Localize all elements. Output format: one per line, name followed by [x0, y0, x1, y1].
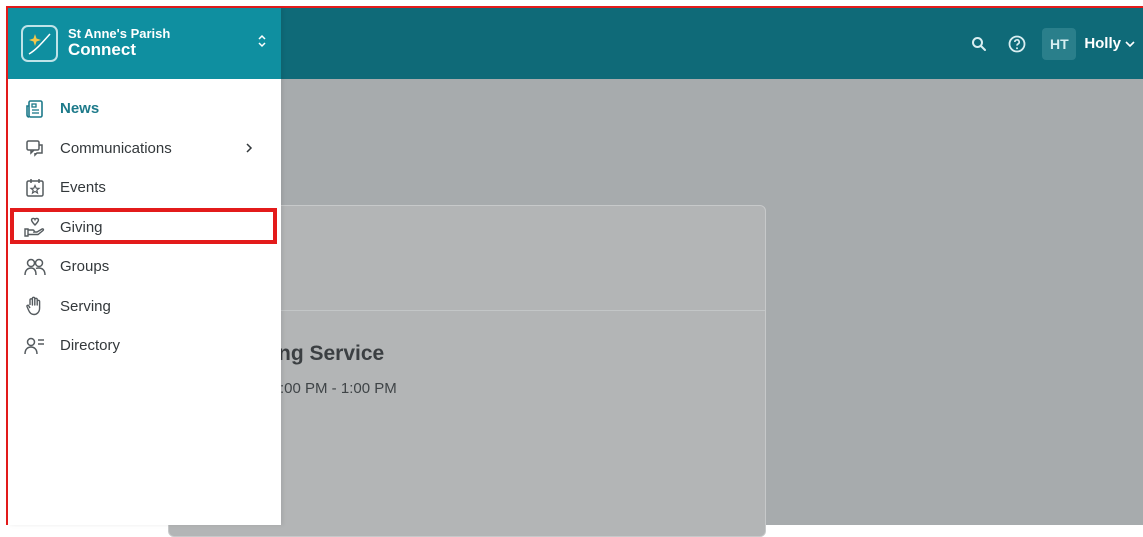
topbar-actions: HT Holly — [962, 8, 1143, 79]
people-icon — [24, 256, 46, 278]
sparkle-logo-icon — [21, 25, 58, 62]
sidebar: St Anne's Parish Connect News Communicat… — [8, 8, 281, 525]
sidebar-item-label: Events — [60, 179, 106, 197]
sidebar-item-giving[interactable]: Giving — [8, 207, 281, 248]
chat-bubbles-icon — [24, 137, 46, 159]
sidebar-item-label: Directory — [60, 337, 121, 355]
hand-heart-icon — [24, 216, 46, 238]
user-name: Holly — [1084, 35, 1121, 52]
sidebar-item-label: News — [60, 100, 100, 118]
sidebar-item-label: Communications — [60, 139, 172, 157]
chevron-up-down-icon[interactable] — [257, 34, 267, 53]
raised-hand-icon — [24, 295, 46, 317]
sidebar-item-groups[interactable]: Groups — [8, 247, 281, 287]
chevron-right-icon — [245, 141, 253, 158]
app-name: Connect — [68, 40, 136, 60]
sidebar-item-communications[interactable]: Communications — [8, 129, 281, 169]
search-icon[interactable] — [962, 27, 996, 61]
brand-text: St Anne's Parish Connect — [68, 26, 171, 60]
sidebar-item-label: Giving — [60, 218, 103, 236]
sidebar-item-news[interactable]: News — [8, 89, 281, 129]
sidebar-item-label: Groups — [60, 258, 110, 276]
chevron-down-icon — [1125, 35, 1135, 52]
person-list-icon — [24, 335, 46, 357]
user-avatar[interactable]: HT — [1042, 27, 1077, 60]
sidebar-nav: News Communications Events Giving Groups… — [8, 79, 281, 366]
event-time: :00 PM - 1:00 PM — [280, 380, 397, 397]
help-circle-icon[interactable] — [1000, 27, 1034, 61]
sidebar-item-events[interactable]: Events — [8, 168, 281, 208]
sidebar-item-label: Serving — [60, 297, 111, 315]
user-menu[interactable]: Holly — [1076, 35, 1143, 52]
sidebar-item-serving[interactable]: Serving — [8, 287, 281, 327]
calendar-star-icon — [24, 177, 46, 199]
sidebar-item-directory[interactable]: Directory — [8, 326, 281, 366]
parish-name: St Anne's Parish — [68, 26, 171, 41]
brand-header[interactable]: St Anne's Parish Connect — [8, 8, 281, 79]
newspaper-icon — [24, 98, 46, 120]
event-title: ng Service — [278, 342, 385, 365]
